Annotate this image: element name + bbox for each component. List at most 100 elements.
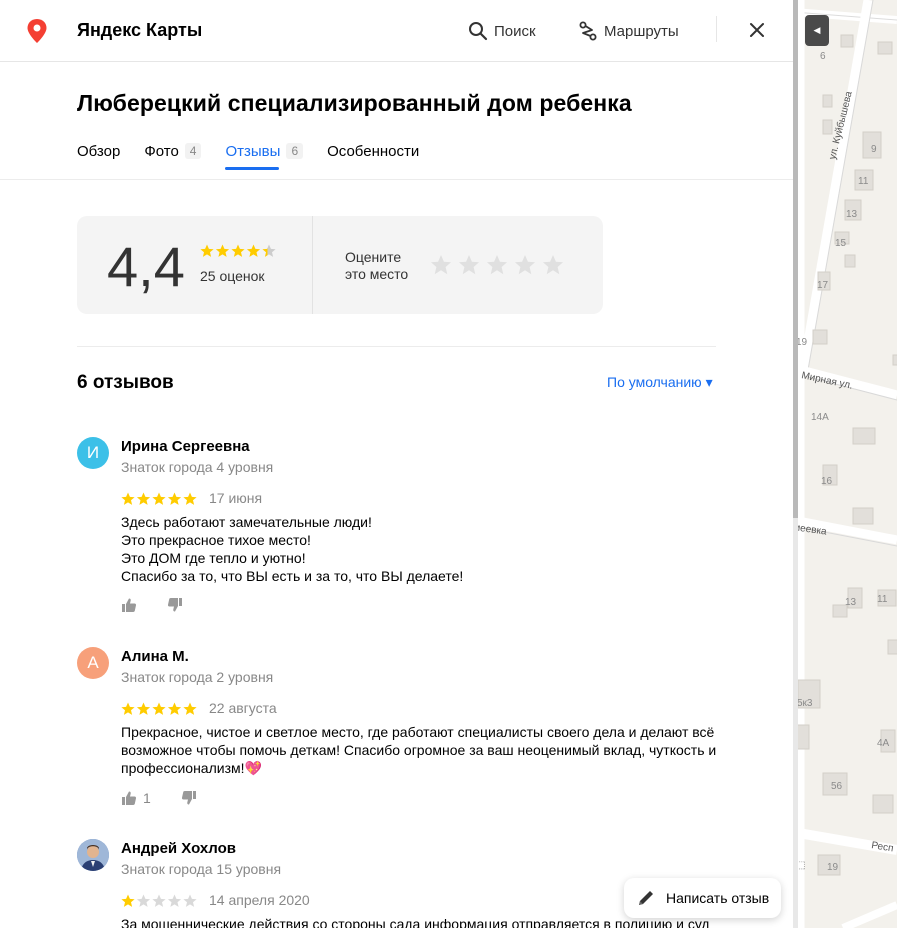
review-date: 14 апреля 2020 — [209, 892, 310, 908]
like-count: 1 — [143, 790, 151, 806]
sort-dropdown[interactable]: По умолчанию ▾ — [607, 374, 713, 391]
rating-card-divider — [312, 216, 313, 314]
svg-text:11: 11 — [858, 176, 869, 187]
write-review-button[interactable]: Написать отзыв — [624, 878, 781, 918]
review-item: Андрей Хохлов Знаток города 15 уровня 14… — [77, 839, 717, 928]
reviewer-name[interactable]: Алина М. — [121, 648, 189, 665]
svg-text:4А: 4А — [877, 738, 890, 749]
svg-text:13: 13 — [845, 597, 857, 608]
dislike-button[interactable] — [167, 597, 183, 613]
like-button[interactable]: 1 — [121, 790, 151, 806]
reviewer-level: Знаток города 2 уровня — [121, 669, 274, 685]
review-text-line: Спасибо за то, что ВЫ есть и за то, что … — [121, 568, 464, 584]
pencil-icon — [639, 891, 653, 905]
svg-text:11: 11 — [877, 594, 888, 605]
rating-summary-card: 4,4 25 оценок Оцените это место — [77, 216, 603, 314]
star-rating-icon — [121, 894, 197, 907]
tab-photos[interactable]: Фото 4 — [144, 136, 202, 166]
reviewer-name[interactable]: Андрей Хохлов — [121, 840, 236, 857]
routes-label: Маршруты — [604, 22, 679, 40]
review-text-line: Здесь работают замечательные люди! — [121, 514, 372, 530]
svg-text:5к3: 5к3 — [797, 698, 813, 709]
review-item: А Алина М. Знаток города 2 уровня 22 авг… — [77, 647, 717, 817]
tab-features[interactable]: Особенности — [327, 136, 419, 166]
search-button[interactable]: Поиск — [468, 18, 536, 44]
reviewer-name[interactable]: Ирина Сергеевна — [121, 438, 250, 455]
routes-button[interactable]: Маршруты — [578, 18, 679, 44]
rate-prompt: Оцените это место — [345, 249, 409, 282]
review-stars — [121, 702, 201, 716]
review-stars — [121, 894, 201, 908]
top-bar: Яндекс Карты Поиск Маршруты — [0, 0, 793, 62]
tab-label: Обзор — [77, 142, 121, 160]
map-view[interactable]: 6 9 11 13 15 17 19 14А 16 13 11 5к3 4А 5… — [793, 0, 897, 928]
svg-text:9: 9 — [871, 144, 877, 155]
review-text: Прекрасное, чистое и светлое место, где … — [121, 723, 721, 777]
svg-text:56: 56 — [831, 781, 843, 792]
search-icon — [469, 22, 488, 41]
like-button[interactable] — [121, 597, 137, 613]
rating-value: 4,4 — [107, 235, 185, 298]
review-actions — [121, 597, 183, 613]
review-date: 22 августа — [209, 700, 277, 716]
tab-count-badge: 6 — [286, 143, 304, 159]
route-icon — [579, 21, 597, 41]
review-item: И Ирина Сергеевна Знаток города 4 уровня… — [77, 437, 717, 617]
rating-stars — [200, 244, 278, 258]
yandex-maps-pin-icon[interactable] — [26, 18, 48, 44]
rating-count: 25 оценок — [200, 268, 265, 284]
review-text-line: Это прекрасное тихое место! — [121, 532, 311, 548]
rate-stars-input[interactable] — [430, 254, 564, 276]
svg-text:16: 16 — [821, 476, 833, 487]
svg-text:6: 6 — [820, 51, 826, 62]
section-divider — [77, 346, 716, 347]
review-date: 17 июня — [209, 490, 263, 506]
tab-overview[interactable]: Обзор — [77, 136, 120, 166]
star-rating-icon — [200, 244, 276, 257]
search-label: Поиск — [494, 22, 536, 40]
svg-text:15: 15 — [835, 238, 847, 249]
reviewer-level: Знаток города 15 уровня — [121, 861, 282, 877]
map-scrollbar-thumb[interactable] — [793, 0, 798, 518]
avatar[interactable]: И — [77, 437, 109, 469]
place-title: Люберецкий специализированный дом ребенк… — [77, 90, 632, 116]
map-canvas: 6 9 11 13 15 17 19 14А 16 13 11 5к3 4А 5… — [793, 0, 897, 928]
tab-count-badge: 4 — [184, 143, 202, 159]
close-icon[interactable] — [745, 18, 769, 42]
star-rating-icon — [121, 702, 197, 715]
svg-text:14А: 14А — [811, 412, 829, 423]
thumbs-up-icon — [122, 598, 137, 612]
dislike-button[interactable] — [181, 790, 197, 806]
place-tabs: Обзор Фото 4 Отзывы 6 Особенности — [77, 136, 419, 170]
empty-stars-icon[interactable] — [430, 254, 564, 276]
tab-reviews[interactable]: Отзывы 6 — [225, 136, 304, 170]
thumbs-down-icon — [167, 598, 182, 612]
reviewer-level: Знаток города 4 уровня — [121, 459, 274, 475]
review-stars — [121, 492, 201, 506]
svg-text:17: 17 — [817, 280, 829, 291]
svg-text:13: 13 — [846, 209, 858, 220]
topbar-divider — [716, 16, 717, 42]
avatar[interactable] — [77, 839, 109, 871]
review-text: Здесь работают замечательные люди! Это п… — [121, 513, 721, 585]
review-text-line: Прекрасное, чистое и светлое место, где … — [121, 724, 717, 776]
svg-text:19: 19 — [827, 862, 839, 873]
review-actions: 1 — [121, 790, 197, 806]
user-photo-icon — [77, 839, 109, 871]
tab-label: Отзывы — [225, 142, 281, 160]
thumbs-up-icon — [122, 791, 137, 805]
tab-label: Особенности — [327, 142, 420, 160]
thumbs-down-icon — [181, 791, 196, 805]
svg-text:Респ: Респ — [871, 840, 895, 854]
avatar[interactable]: А — [77, 647, 109, 679]
place-panel: Яндекс Карты Поиск Маршруты Люберецкий с… — [0, 0, 793, 928]
app-title[interactable]: Яндекс Карты — [77, 20, 202, 41]
reviews-count-heading: 6 отзывов — [77, 372, 174, 393]
tab-label: Фото — [144, 142, 179, 160]
review-text-line: Это ДОМ где тепло и уютно! — [121, 550, 306, 566]
star-rating-icon — [121, 492, 197, 505]
collapse-panel-button[interactable]: ◀ — [805, 15, 829, 46]
tabs-divider — [0, 179, 793, 180]
write-review-label: Написать отзыв — [666, 890, 770, 906]
triangle-left-icon: ◀ — [813, 25, 821, 35]
